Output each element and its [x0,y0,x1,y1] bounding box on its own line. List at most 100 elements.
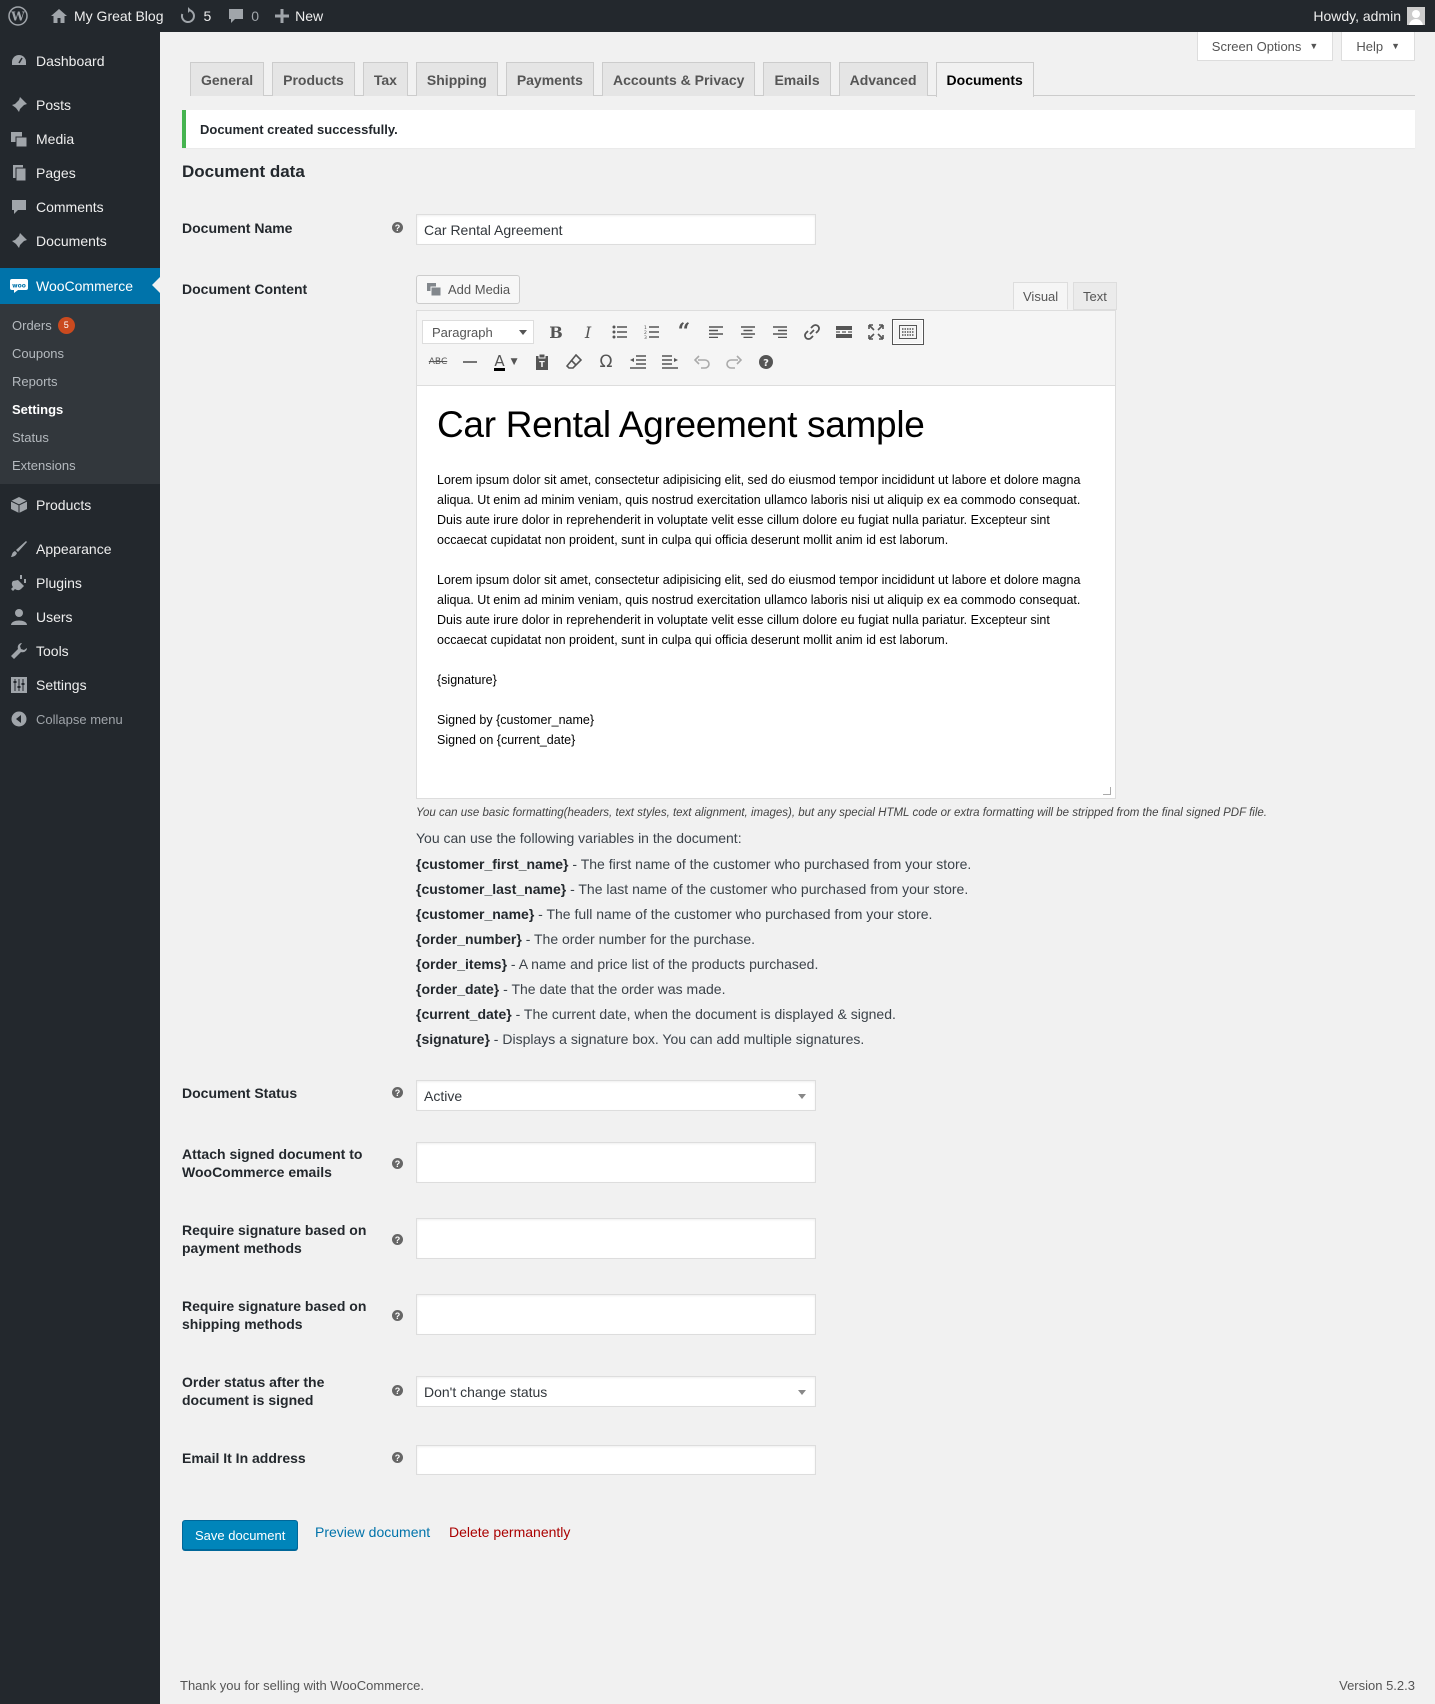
shipping-methods-select[interactable] [416,1294,816,1335]
document-content-label: Document Content [182,281,308,297]
menu-dashboard[interactable]: Dashboard [0,44,160,78]
tab-products[interactable]: Products [272,62,355,96]
blockquote-icon[interactable]: “ [668,319,700,345]
read-more-icon[interactable] [828,319,860,345]
menu-settings[interactable]: Settings [0,668,160,702]
menu-media[interactable]: Media [0,122,160,156]
collapse-menu-button[interactable]: Collapse menu [0,702,160,736]
help-icon[interactable]: ? [750,349,782,375]
editor-tab-visual[interactable]: Visual [1013,282,1069,310]
updates-link[interactable]: 5 [171,0,219,32]
resize-handle[interactable] [1103,787,1111,795]
link-icon[interactable] [796,319,828,345]
wordpress-logo-icon[interactable]: W [0,0,42,32]
new-content-link[interactable]: New [267,0,331,32]
align-right-icon[interactable] [764,319,796,345]
help-tip-icon[interactable]: ? [392,1452,403,1463]
variables-list: {customer_first_name} - The first name o… [416,852,971,1052]
menu-posts[interactable]: Posts [0,88,160,122]
menu-label: Dashboard [36,53,105,69]
menu-users[interactable]: Users [0,600,160,634]
horizontal-line-icon[interactable] [454,349,486,375]
help-button[interactable]: Help ▼ [1341,32,1415,61]
dashboard-icon [9,51,29,71]
help-tip-icon[interactable]: ? [392,222,403,233]
order-status-select[interactable]: Don't change status [416,1376,816,1407]
undo-icon[interactable] [686,349,718,375]
submenu-reports[interactable]: Reports [0,367,160,395]
payment-methods-select[interactable] [416,1218,816,1259]
help-tip-icon[interactable]: ? [392,1310,403,1321]
help-tip-icon[interactable]: ? [392,1385,403,1396]
content-paragraph: Lorem ipsum dolor sit amet, consectetur … [437,473,1081,547]
site-name-link[interactable]: My Great Blog [42,0,171,32]
admin-sidebar: Dashboard Posts Media Pages Comments Doc… [0,32,160,1704]
variable-name: {order_number} [416,931,522,947]
outdent-icon[interactable] [622,349,654,375]
tab-accounts-privacy[interactable]: Accounts & Privacy [601,62,756,96]
tab-emails[interactable]: Emails [763,62,831,96]
help-tip-icon[interactable]: ? [392,1158,403,1169]
screen-options-button[interactable]: Screen Options ▼ [1196,32,1334,61]
svg-text:?: ? [763,358,769,369]
menu-documents[interactable]: Documents [0,224,160,258]
redo-icon[interactable] [718,349,750,375]
tab-advanced[interactable]: Advanced [838,62,928,96]
format-select[interactable]: Paragraph [422,320,534,344]
align-center-icon[interactable] [732,319,764,345]
menu-appearance[interactable]: Appearance [0,532,160,566]
updates-count: 5 [203,8,212,24]
special-character-icon[interactable]: Ω [590,349,622,375]
tab-general[interactable]: General [190,62,265,96]
variable-item: {customer_last_name} - The last name of … [416,877,971,902]
editor-tab-text[interactable]: Text [1073,282,1117,310]
help-tip-icon[interactable]: ? [392,1087,403,1098]
paste-text-icon[interactable]: T [526,349,558,375]
preview-document-link[interactable]: Preview document [315,1524,430,1540]
menu-woocommerce[interactable]: woo WooCommerce [0,268,160,304]
my-account[interactable]: Howdy, admin [1313,7,1435,25]
tab-tax[interactable]: Tax [362,62,408,96]
bold-icon[interactable]: B [540,319,572,345]
submenu-coupons[interactable]: Coupons [0,339,160,367]
email-it-in-input[interactable] [416,1445,816,1475]
menu-label: Documents [36,233,107,249]
toolbar-toggle-icon[interactable] [892,319,924,345]
numbered-list-icon[interactable]: 123 [636,319,668,345]
tab-shipping[interactable]: Shipping [415,62,498,96]
pushpin-icon [9,95,29,115]
indent-icon[interactable] [654,349,686,375]
menu-products[interactable]: Products [0,488,160,522]
email-it-in-label: Email It In address [182,1450,306,1466]
text-color-icon[interactable]: A ▼ [486,349,526,375]
align-left-icon[interactable] [700,319,732,345]
menu-tools[interactable]: Tools [0,634,160,668]
menu-label: Tools [36,643,69,659]
tab-payments[interactable]: Payments [505,62,594,96]
editor-content[interactable]: Car Rental Agreement sample Lorem ipsum … [417,386,1115,768]
menu-plugins[interactable]: Plugins [0,566,160,600]
bullet-list-icon[interactable] [604,319,636,345]
strikethrough-icon[interactable]: ABC [422,349,454,375]
menu-comments[interactable]: Comments [0,190,160,224]
document-name-input[interactable]: Car Rental Agreement [416,214,816,245]
delete-permanently-link[interactable]: Delete permanently [449,1524,570,1540]
avatar [1407,7,1425,25]
submenu-extensions[interactable]: Extensions [0,451,160,479]
attach-emails-select[interactable] [416,1142,816,1183]
submenu-orders[interactable]: Orders 5 [0,311,160,339]
add-media-button[interactable]: Add Media [416,275,521,304]
tab-documents[interactable]: Documents [935,62,1034,97]
help-tip-icon[interactable]: ? [392,1234,403,1245]
submenu-settings[interactable]: Settings [0,395,160,423]
comments-link[interactable]: 0 [219,0,267,32]
save-document-button[interactable]: Save document [182,1520,299,1550]
submenu-status[interactable]: Status [0,423,160,451]
clear-formatting-icon[interactable] [558,349,590,375]
document-status-select[interactable]: Active [416,1080,816,1111]
fullscreen-icon[interactable] [860,319,892,345]
payment-methods-label: Require signature based on payment metho… [182,1222,367,1256]
variable-item: {signature} - Displays a signature box. … [416,1027,971,1052]
menu-pages[interactable]: Pages [0,156,160,190]
italic-icon[interactable]: I [572,319,604,345]
